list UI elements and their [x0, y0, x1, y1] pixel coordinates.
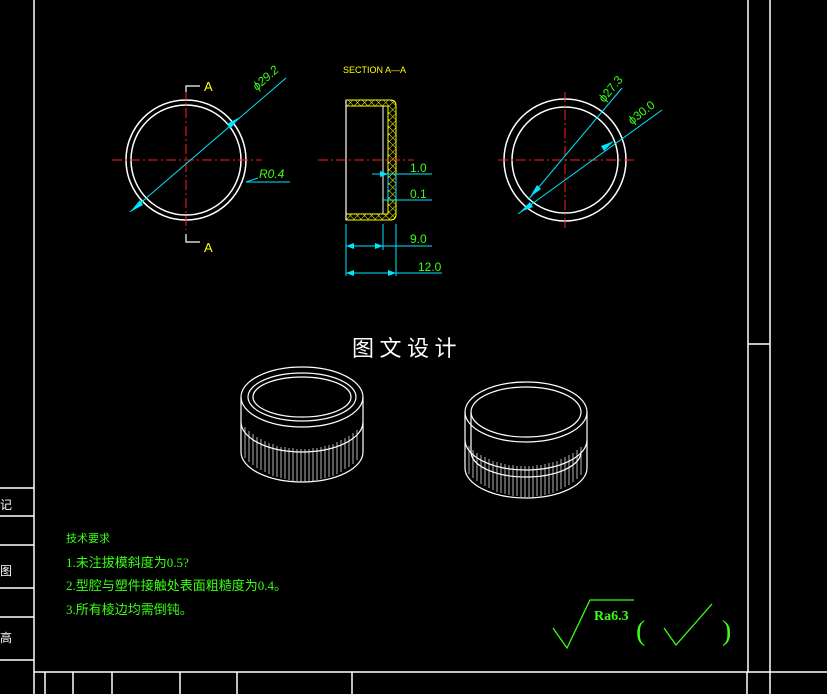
dim-wall: 1.0	[410, 161, 427, 175]
tech-req-item-3: 3.所有棱边均需倒钝。	[66, 602, 193, 617]
section-marker-top: A	[204, 79, 213, 94]
dim-inner-depth: 9.0	[410, 232, 427, 246]
tech-req-heading: 技术要求	[66, 532, 110, 545]
roughness-value: Ra6.3	[594, 609, 629, 624]
back-view: ϕ27.3 ϕ30.0	[498, 73, 663, 228]
section-label: SECTION A—A	[343, 65, 406, 75]
iso-cap-right	[464, 381, 588, 499]
front-diameter-label: ϕ29.2	[250, 63, 282, 94]
dim-total-depth: 12.0	[418, 260, 442, 274]
tech-requirements: 技术要求 1.未注拔模斜度为0.5? 2.型腔与塑件接触处表面粗糙度为0.4。 …	[66, 532, 287, 617]
back-outer-diameter-label: ϕ30.0	[625, 98, 658, 128]
side-char-1: 记	[0, 498, 12, 512]
roughness-paren-close: )	[722, 616, 731, 647]
watermark-title: 图 文 设 计	[352, 336, 457, 361]
roughness-paren-open: (	[636, 616, 645, 647]
section-view: SECTION A—A 1.0 0.1 9.0 12.0	[318, 65, 442, 276]
front-view: A A ϕ29.2 R0.4	[112, 63, 290, 255]
dim-gap: 0.1	[410, 187, 427, 201]
front-radius-label: R0.4	[259, 167, 285, 181]
iso-cap-left	[240, 366, 364, 483]
side-char-2: 图	[0, 564, 12, 578]
front-diameter-leader	[129, 77, 287, 213]
section-marker-bottom: A	[204, 240, 213, 255]
roughness-symbol	[552, 599, 713, 650]
cad-drawing-canvas: 记 图 高 A A ϕ29.2 R0.4 SECTION A—A 1.0 0.1…	[0, 0, 827, 694]
side-char-3: 高	[0, 630, 12, 645]
tech-req-item-2: 2.型腔与塑件接触处表面粗糙度为0.4。	[66, 578, 287, 593]
tech-req-item-1: 1.未注拔模斜度为0.5?	[66, 555, 189, 570]
